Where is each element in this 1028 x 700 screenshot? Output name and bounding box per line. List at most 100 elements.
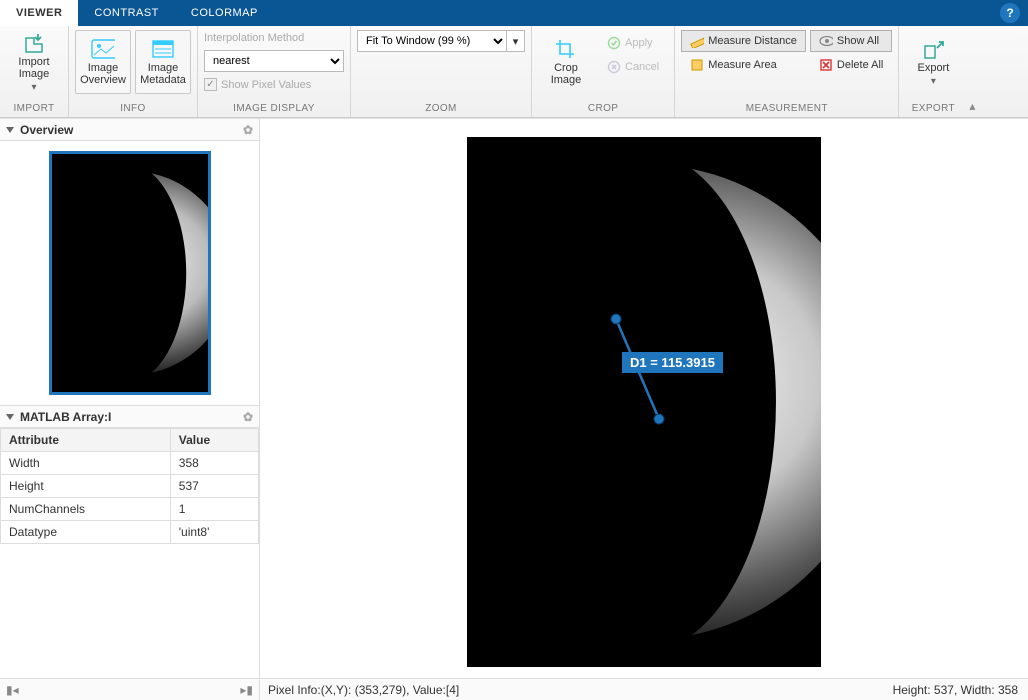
array-pane-header[interactable]: MATLAB Array:I ✿ xyxy=(0,406,259,428)
attributes-table: Attribute Value Width358 Height537 NumCh… xyxy=(0,428,259,544)
attr-name: Width xyxy=(1,452,171,475)
crop-apply-label: Apply xyxy=(625,37,653,49)
interpolation-select[interactable]: nearest xyxy=(204,50,344,72)
crop-icon xyxy=(554,38,578,60)
group-export: Export ▾ EXPORT xyxy=(899,26,967,117)
group-import: Import Image ▾ IMPORT xyxy=(0,26,69,117)
image-metadata-icon xyxy=(151,38,175,60)
measure-distance-label: Measure Distance xyxy=(708,35,797,47)
table-row: NumChannels1 xyxy=(1,498,259,521)
toolstrip: Import Image ▾ IMPORT Image Overview Ima… xyxy=(0,26,1028,118)
collapse-toolstrip-icon[interactable]: ▴ xyxy=(967,99,979,117)
distance-endpoint[interactable] xyxy=(611,314,621,324)
table-row: Datatype'uint8' xyxy=(1,521,259,544)
distance-endpoint[interactable] xyxy=(654,414,664,424)
image-overview-label: Image Overview xyxy=(80,62,126,86)
overview-pane-title: Overview xyxy=(20,123,73,137)
tab-colormap[interactable]: COLORMAP xyxy=(175,0,274,26)
import-dropdown-icon: ▾ xyxy=(31,82,36,93)
overview-thumbnail[interactable] xyxy=(49,151,211,395)
image-overview-icon xyxy=(91,38,115,60)
overview-pane-header[interactable]: Overview ✿ xyxy=(0,119,259,141)
group-zoom-label: ZOOM xyxy=(351,101,531,117)
left-panel: Overview ✿ MATLAB Array:I ✿ xyxy=(0,119,260,678)
tab-contrast[interactable]: CONTRAST xyxy=(78,0,175,26)
group-zoom: Fit To Window (99 %) ▾ ZOOM xyxy=(351,26,532,117)
group-image-display: Interpolation Method nearest ✓ Show Pixe… xyxy=(198,26,351,117)
array-pane-title: MATLAB Array:I xyxy=(20,410,111,424)
show-pixel-values-checkbox: ✓ xyxy=(204,78,217,91)
attr-value: 537 xyxy=(170,475,258,498)
import-icon xyxy=(22,32,46,54)
show-pixel-values-label: Show Pixel Values xyxy=(221,79,311,91)
table-row: Width358 xyxy=(1,452,259,475)
displayed-image[interactable]: D1 = 115.3915 xyxy=(467,137,821,667)
area-icon xyxy=(690,58,704,72)
group-info-label: INFO xyxy=(69,101,197,117)
crop-apply-button: Apply xyxy=(598,32,668,54)
attr-value: 1 xyxy=(170,498,258,521)
header-attribute: Attribute xyxy=(1,429,171,452)
delete-icon xyxy=(819,58,833,72)
import-image-button[interactable]: Import Image ▾ xyxy=(6,30,62,94)
show-all-button[interactable]: Show All xyxy=(810,30,892,52)
crop-image-button[interactable]: Crop Image xyxy=(538,30,594,94)
status-bar: ▮◂ ▸▮ Pixel Info:(X,Y): (353,279), Value… xyxy=(0,678,1028,700)
zoom-dropdown-button[interactable]: ▾ xyxy=(507,30,525,52)
cancel-icon xyxy=(607,60,621,74)
import-image-label: Import Image xyxy=(18,56,49,80)
group-export-label: EXPORT xyxy=(899,101,967,117)
crop-image-label: Crop Image xyxy=(551,62,582,86)
group-import-label: IMPORT xyxy=(0,101,68,117)
crop-cancel-button: Cancel xyxy=(598,56,668,78)
measure-distance-button[interactable]: Measure Distance xyxy=(681,30,806,52)
group-measurement-label: MEASUREMENT xyxy=(675,101,898,117)
measure-area-button[interactable]: Measure Area xyxy=(681,54,806,76)
main-tabbar: VIEWER CONTRAST COLORMAP ? xyxy=(0,0,1028,26)
export-icon xyxy=(921,38,945,60)
gear-icon[interactable]: ✿ xyxy=(243,410,253,424)
group-display-label: IMAGE DISPLAY xyxy=(198,101,350,117)
image-metadata-label: Image Metadata xyxy=(140,62,186,86)
pixel-info: Pixel Info:(X,Y): (353,279), Value:[4] xyxy=(260,683,883,697)
attr-value: 'uint8' xyxy=(170,521,258,544)
image-metadata-button[interactable]: Image Metadata xyxy=(135,30,191,94)
group-crop-label: CROP xyxy=(532,101,674,117)
group-info: Image Overview Image Metadata INFO xyxy=(69,26,198,117)
attributes-body: Attribute Value Width358 Height537 NumCh… xyxy=(0,428,259,678)
image-overview-button[interactable]: Image Overview xyxy=(75,30,131,94)
measure-area-label: Measure Area xyxy=(708,59,776,71)
eye-icon xyxy=(819,34,833,48)
show-all-label: Show All xyxy=(837,35,879,47)
chevron-down-icon xyxy=(6,127,14,133)
image-dims: Height: 537, Width: 358 xyxy=(883,683,1028,697)
ruler-icon xyxy=(690,34,704,48)
main-row: Overview ✿ MATLAB Array:I ✿ xyxy=(0,118,1028,678)
table-header-row: Attribute Value xyxy=(1,429,259,452)
delete-all-button[interactable]: Delete All xyxy=(810,54,892,76)
apply-icon xyxy=(607,36,621,50)
distance-label[interactable]: D1 = 115.3915 xyxy=(622,352,723,373)
table-row: Height537 xyxy=(1,475,259,498)
tab-viewer[interactable]: VIEWER xyxy=(0,0,78,26)
attr-name: Height xyxy=(1,475,171,498)
export-button[interactable]: Export ▾ xyxy=(905,30,961,94)
help-icon[interactable]: ? xyxy=(1000,3,1020,23)
export-label: Export xyxy=(917,62,949,74)
zoom-select[interactable]: Fit To Window (99 %) xyxy=(357,30,507,52)
nav-segment: ▮◂ ▸▮ xyxy=(0,679,260,700)
nav-first-icon[interactable]: ▮◂ xyxy=(6,683,19,697)
nav-last-icon[interactable]: ▸▮ xyxy=(240,683,253,697)
crop-cancel-label: Cancel xyxy=(625,61,659,73)
group-crop: Crop Image Apply Cancel CROP xyxy=(532,26,675,117)
header-value: Value xyxy=(170,429,258,452)
delete-all-label: Delete All xyxy=(837,59,883,71)
image-canvas[interactable]: D1 = 115.3915 xyxy=(260,119,1028,678)
chevron-down-icon xyxy=(6,414,14,420)
group-measurement: Measure Distance Measure Area Show All D… xyxy=(675,26,899,117)
attr-name: Datatype xyxy=(1,521,171,544)
gear-icon[interactable]: ✿ xyxy=(243,123,253,137)
export-dropdown-icon: ▾ xyxy=(931,76,936,87)
interpolation-label: Interpolation Method xyxy=(204,32,344,44)
attr-value: 358 xyxy=(170,452,258,475)
